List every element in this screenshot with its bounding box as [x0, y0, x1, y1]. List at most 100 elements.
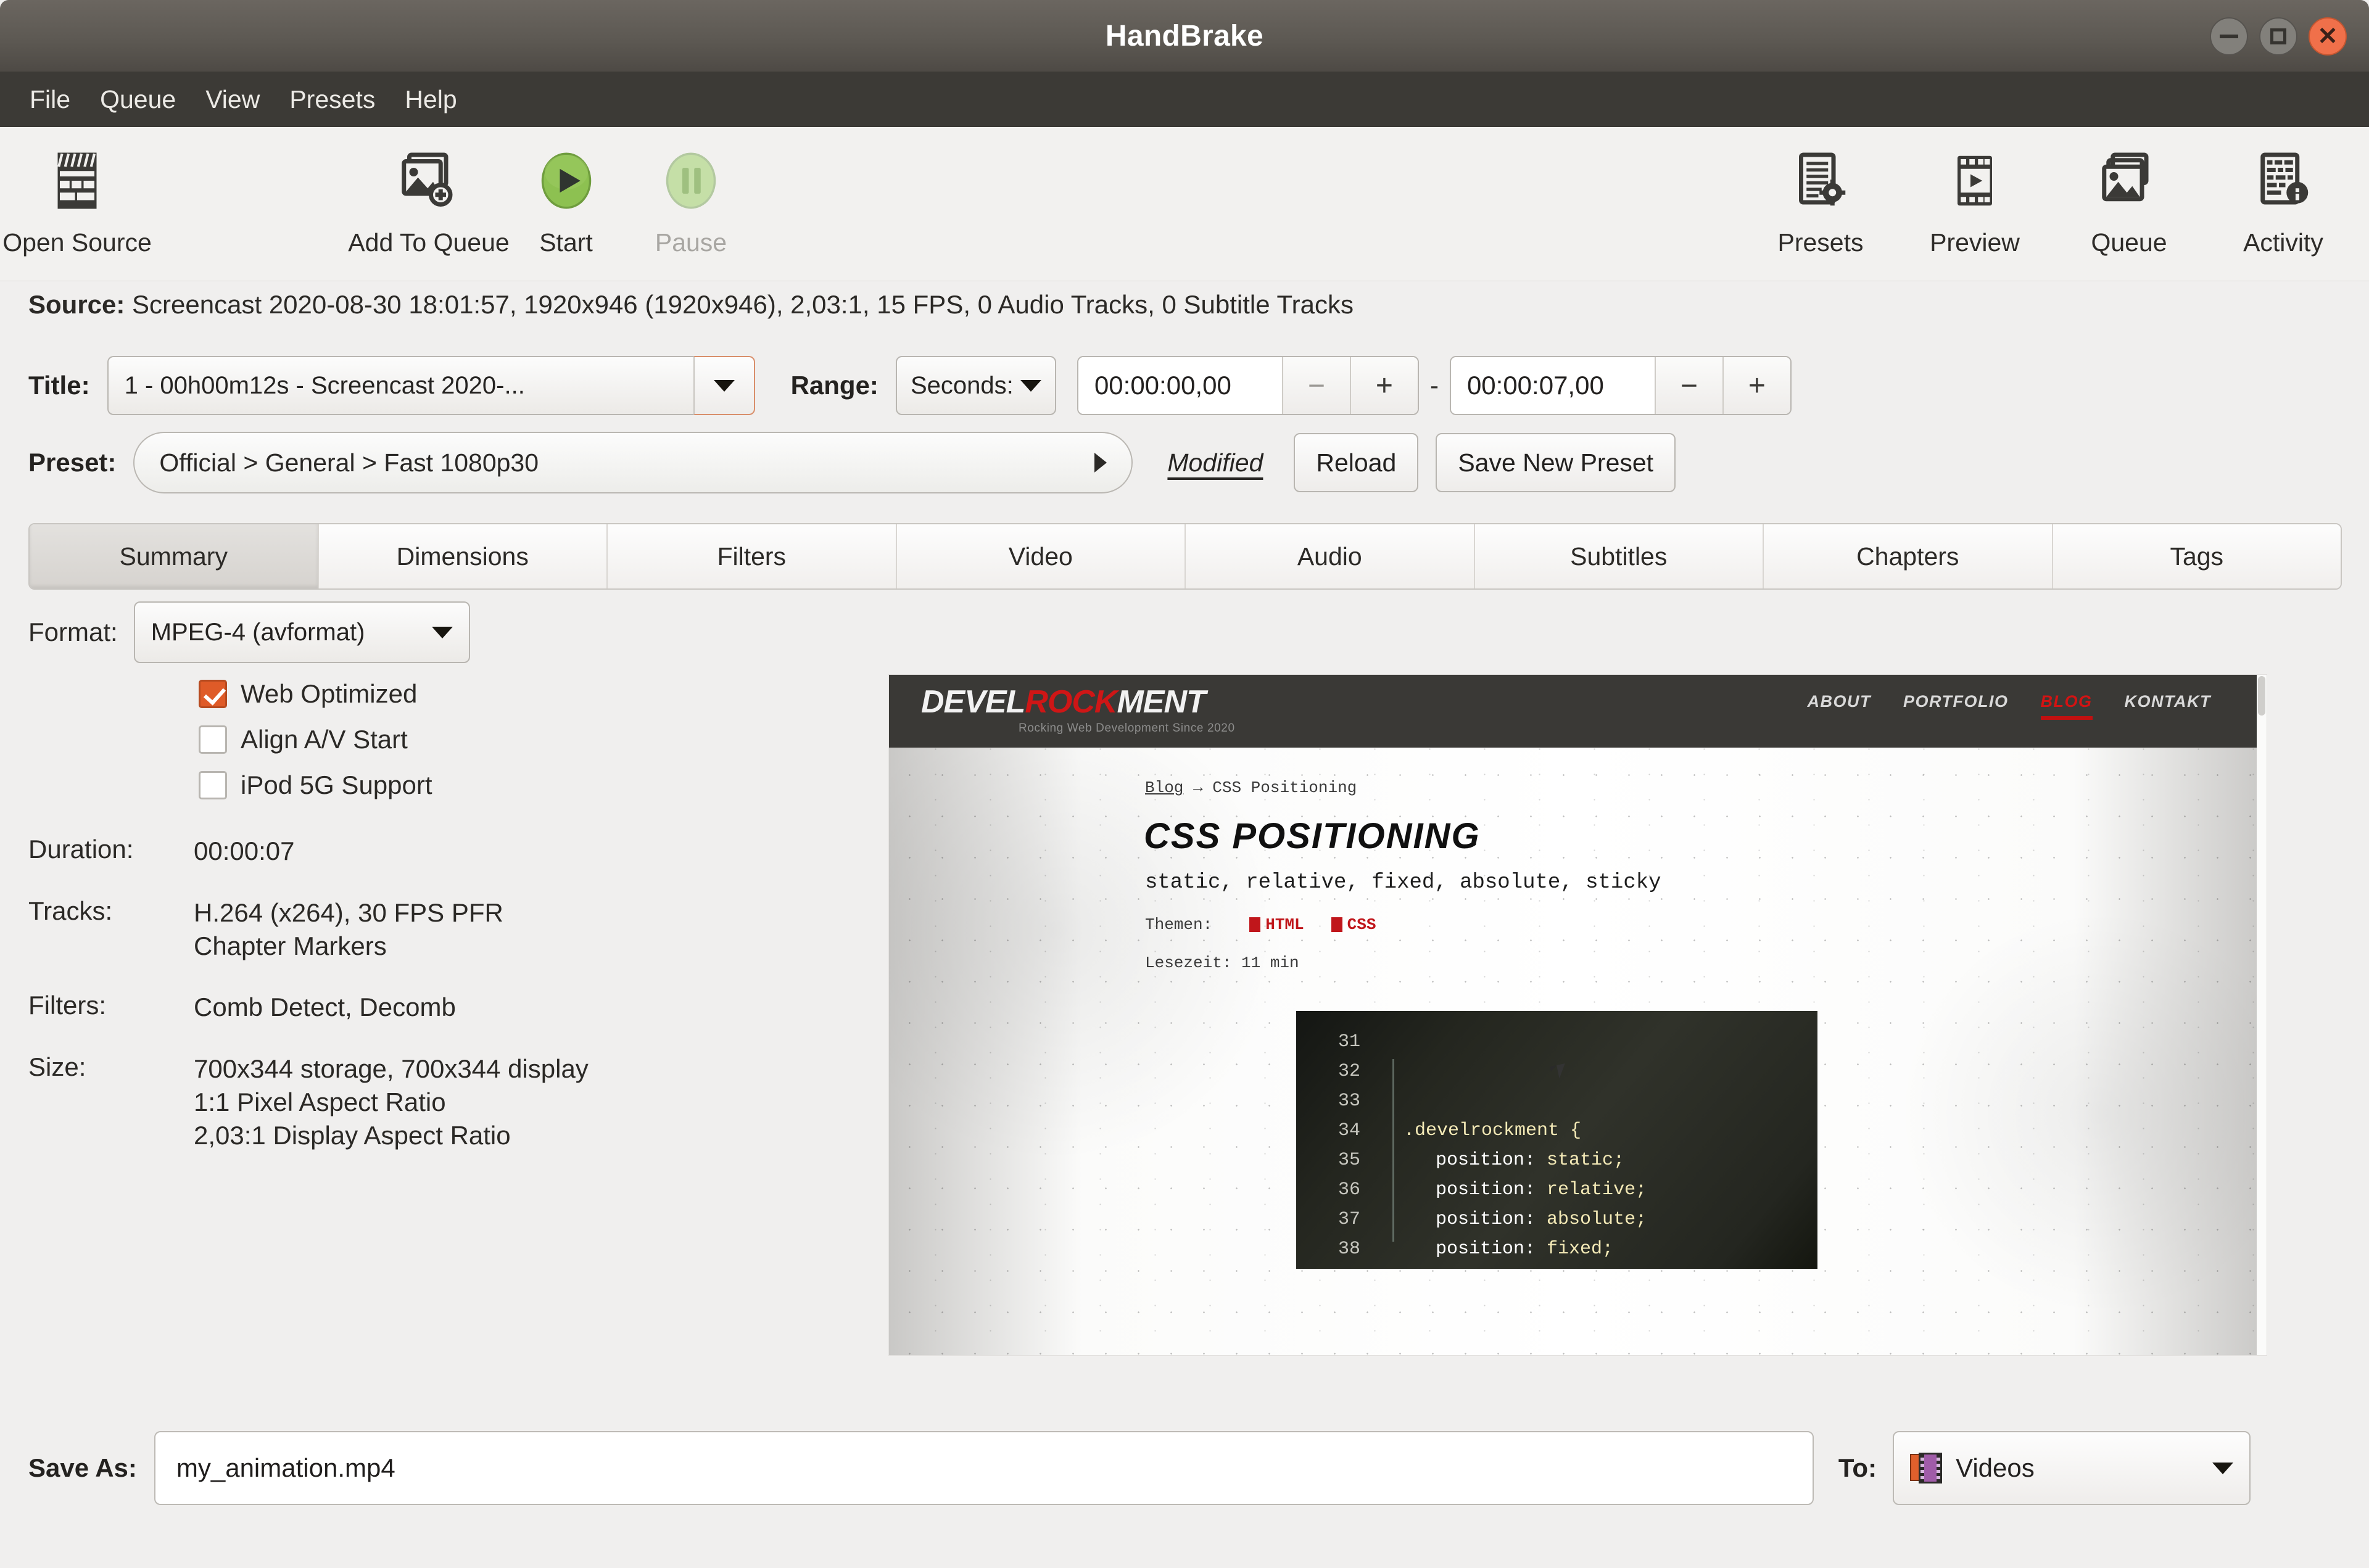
pause-button: Pause [626, 127, 756, 275]
save-as-label: Save As: [28, 1453, 137, 1482]
preset-select[interactable]: Official > General > Fast 1080p30 [133, 432, 1133, 493]
range-start-decrement[interactable]: − [1281, 357, 1350, 414]
save-as-input[interactable]: my_animation.mp4 [154, 1431, 1814, 1505]
range-type-select[interactable]: Seconds: [895, 356, 1056, 415]
menu-item-queue[interactable]: Queue [85, 81, 191, 118]
ipod-5g-support-checkbox-row[interactable]: iPod 5G Support [0, 770, 888, 800]
tab-video[interactable]: Video [896, 524, 1186, 588]
tab-summary[interactable]: Summary [30, 524, 319, 588]
tab-chapters[interactable]: Chapters [1764, 524, 2053, 588]
range-end-decrement[interactable]: − [1654, 357, 1722, 414]
film-strip-icon [1940, 142, 2009, 220]
videos-folder-icon [1910, 1453, 1943, 1483]
preview-tag-css-label: CSS [1347, 915, 1376, 934]
chevron-down-icon [431, 626, 453, 638]
tracks-value: H.264 (x264), 30 FPS PFR Chapter Markers [194, 896, 503, 963]
summary-panel: Format: MPEG-4 (avformat) Web Optimized … [0, 601, 888, 1180]
filters-value: Comb Detect, Decomb [194, 992, 456, 1022]
source-line: Source: Screencast 2020-08-30 18:01:57, … [28, 290, 1354, 320]
code-prop-line: position: relative; [1404, 1175, 1817, 1205]
tab-audio[interactable]: Audio [1186, 524, 1475, 588]
preset-row: Preset: Official > General > Fast 1080p3… [0, 429, 2369, 497]
code-prop-line: position: fixed; [1404, 1234, 1817, 1264]
menu-item-presets[interactable]: Presets [275, 81, 390, 118]
title-range-row: Title: 1 - 00h00m12s - Screencast 2020-.… [0, 352, 2369, 419]
preview-site-nav: ABOUT PORTFOLIO BLOG KONTAKT [1808, 692, 2212, 720]
add-to-queue-button[interactable]: Add To Queue [348, 127, 510, 275]
preview-button[interactable]: Preview [1898, 127, 2052, 275]
ipod-5g-support-checkbox[interactable] [199, 771, 227, 799]
logo-part-3: MENT [1117, 684, 1205, 720]
play-icon [532, 142, 601, 220]
destination-select[interactable]: Videos [1893, 1431, 2251, 1505]
destination-value: Videos [1956, 1453, 2035, 1482]
range-start-increment[interactable]: + [1349, 357, 1418, 414]
title-select[interactable]: 1 - 00h00m12s - Screencast 2020-... [107, 356, 755, 415]
tab-tags[interactable]: Tags [2053, 524, 2341, 588]
tab-filters[interactable]: Filters [608, 524, 897, 588]
summary-info-block: Duration: 00:00:07 Tracks: H.264 (x264),… [0, 835, 888, 1152]
logo-part-1: DEVEL [921, 684, 1025, 720]
align-av-start-checkbox[interactable] [199, 725, 227, 754]
code-prop-line: position: absolute; [1404, 1205, 1817, 1234]
preview-tag-html: HTML [1249, 915, 1304, 934]
toolbar-right-group: Presets Preview Queue Activity [1743, 127, 2360, 275]
main-toolbar: Open Source Add To Queue Start Pause Pre… [0, 127, 2369, 281]
activity-button[interactable]: Activity [2206, 127, 2360, 275]
tab-subtitles[interactable]: Subtitles [1474, 524, 1764, 588]
start-button[interactable]: Start [506, 127, 626, 275]
tab-dimensions[interactable]: Dimensions [318, 524, 608, 588]
web-optimized-checkbox[interactable] [199, 680, 227, 708]
code-prop: position: [1436, 1239, 1536, 1260]
tracks-line-2: Chapter Markers [194, 931, 387, 960]
queue-button[interactable]: Queue [2052, 127, 2206, 275]
format-select[interactable]: MPEG-4 (avformat) [133, 601, 470, 663]
align-av-start-checkbox-row[interactable]: Align A/V Start [0, 725, 888, 754]
range-start-stepper[interactable]: 00:00:00,00 − + [1077, 356, 1419, 415]
minimize-button[interactable] [2210, 17, 2248, 56]
menu-item-file[interactable]: File [15, 81, 85, 118]
code-value: relative; [1547, 1179, 1647, 1200]
range-end-increment[interactable]: + [1722, 357, 1790, 414]
preview-code-gutter: 31 32 33 34 35 36 37 38 39 40 [1296, 1027, 1371, 1269]
tag-square-icon [1249, 917, 1261, 932]
queue-label: Queue [2091, 228, 2167, 257]
stacked-images-icon [2094, 142, 2164, 220]
range-end-stepper[interactable]: 00:00:07,00 − + [1449, 356, 1792, 415]
size-line-3: 2,03:1 Display Aspect Ratio [194, 1120, 511, 1150]
preview-code-block: 31 32 33 34 35 36 37 38 39 40 .develrock… [1296, 1011, 1817, 1269]
code-value: fixed; [1547, 1239, 1614, 1260]
range-end-value[interactable]: 00:00:07,00 [1450, 357, 1655, 414]
preview-lesezeit: Lesezeit: 11 min [1145, 954, 1299, 972]
preview-breadcrumb-link: Blog [1145, 778, 1184, 797]
presets-button[interactable]: Presets [1743, 127, 1898, 275]
range-start-value[interactable]: 00:00:00,00 [1078, 357, 1282, 414]
preview-nav-portfolio: PORTFOLIO [1903, 692, 2009, 711]
preview-scrollbar-thumb[interactable] [2258, 676, 2265, 716]
window-controls: ✕ [2210, 17, 2347, 56]
chevron-down-icon [713, 379, 735, 392]
window-title: HandBrake [1105, 19, 1264, 52]
title-select-value[interactable]: 1 - 00h00m12s - Screencast 2020-... [107, 356, 693, 415]
preview-article-title: CSS POSITIONING [1144, 816, 1481, 856]
web-optimized-checkbox-row[interactable]: Web Optimized [0, 679, 888, 709]
save-new-preset-button[interactable]: Save New Preset [1436, 433, 1676, 492]
range-label: Range: [790, 371, 879, 400]
menu-item-help[interactable]: Help [390, 81, 471, 118]
reload-preset-button[interactable]: Reload [1294, 433, 1419, 492]
code-value: static; [1547, 1150, 1625, 1171]
menu-item-view[interactable]: View [191, 81, 275, 118]
maximize-button[interactable] [2259, 17, 2297, 56]
title-select-arrow[interactable] [693, 356, 755, 415]
open-source-label: Open Source [2, 228, 152, 257]
menu-bar: File Queue View Presets Help [0, 72, 2369, 127]
range-type-value: Seconds: [910, 371, 1014, 399]
close-button[interactable]: ✕ [2309, 17, 2347, 56]
preview-code-text: .develrockment { position: static; posit… [1371, 1027, 1817, 1269]
preset-modified-label: Modified [1167, 448, 1263, 477]
preview-nav-blog: BLOG [2040, 692, 2093, 720]
preview-scrollbar[interactable] [2257, 675, 2267, 1355]
chevron-down-icon [1020, 379, 1041, 392]
open-source-button[interactable]: Open Source [0, 127, 154, 275]
preview-tag-html-label: HTML [1265, 915, 1304, 934]
